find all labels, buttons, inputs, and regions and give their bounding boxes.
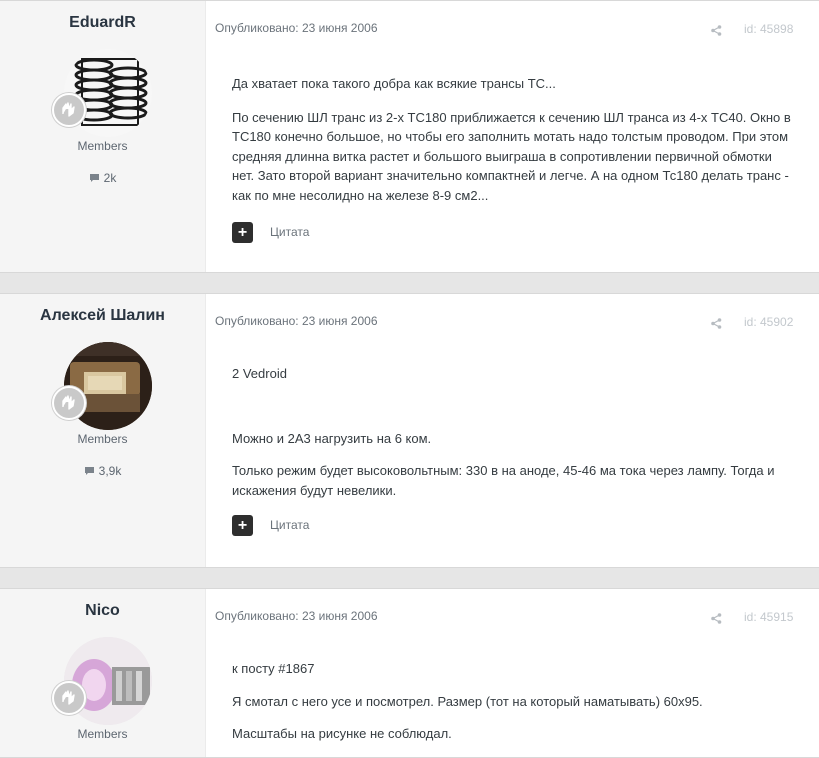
share-icon[interactable] bbox=[711, 316, 722, 334]
quote-button[interactable]: + bbox=[232, 222, 253, 243]
paragraph: Я смотал с него усе и посмотрел. Размер … bbox=[232, 693, 703, 709]
author-panel: Nico Members bbox=[0, 589, 206, 757]
post-id: id: 45915 bbox=[744, 610, 794, 624]
author-panel: EduardR Members 2k bbox=[0, 1, 206, 272]
reputation-value: 3,9k bbox=[98, 464, 122, 478]
rank-badge-icon bbox=[52, 386, 86, 420]
plus-icon: + bbox=[237, 224, 248, 241]
rank-badge-icon bbox=[52, 93, 86, 127]
published-date[interactable]: Опубликовано: 23 июня 2006 bbox=[215, 314, 378, 328]
published-date[interactable]: Опубликовано: 23 июня 2006 bbox=[215, 21, 378, 35]
post-45902: Алексей Шалин Members 3,9k Опубликовано:… bbox=[0, 293, 819, 568]
reputation-count[interactable]: 2k bbox=[0, 171, 205, 186]
share-icon[interactable] bbox=[711, 611, 722, 629]
author-name[interactable]: Nico bbox=[0, 602, 205, 620]
member-group: Members bbox=[77, 139, 128, 153]
post-content: Да хватает пока такого добра как всякие … bbox=[232, 74, 797, 205]
paragraph: Только режим будет высоковольтным: 330 в… bbox=[232, 463, 775, 498]
paragraph: к посту #1867 bbox=[232, 661, 315, 676]
member-group: Members bbox=[77, 727, 128, 741]
paragraph: Масштабы на рисунке не соблюдал. bbox=[232, 726, 452, 741]
post-45898: EduardR Members 2k Опубликовано: 23 июня… bbox=[0, 0, 819, 273]
paragraph: 2 Vedroid bbox=[232, 366, 287, 381]
plus-icon: + bbox=[237, 517, 248, 534]
post-content: 2 Vedroid Можно и 2А3 нагрузить на 6 ком… bbox=[232, 364, 797, 500]
speech-bubble-icon bbox=[89, 172, 100, 186]
quote-label[interactable]: Цитата bbox=[270, 225, 309, 239]
share-icon[interactable] bbox=[711, 23, 722, 41]
author-name[interactable]: EduardR bbox=[0, 14, 205, 32]
quote-button[interactable]: + bbox=[232, 515, 253, 536]
reputation-value: 2k bbox=[103, 171, 117, 185]
paragraph: Можно и 2А3 нагрузить на 6 ком. bbox=[232, 430, 432, 446]
post-id: id: 45902 bbox=[744, 315, 794, 329]
paragraph: Да хватает пока такого добра как всякие … bbox=[232, 76, 556, 91]
paragraph: По сечению ШЛ транс из 2-х ТС180 приближ… bbox=[232, 109, 791, 203]
reputation-count[interactable]: 3,9k bbox=[0, 464, 205, 479]
author-name[interactable]: Алексей Шалин bbox=[0, 307, 205, 325]
quote-label[interactable]: Цитата bbox=[270, 518, 309, 532]
rank-badge-icon bbox=[52, 681, 86, 715]
member-group: Members bbox=[77, 432, 128, 446]
speech-bubble-icon bbox=[84, 465, 95, 479]
post-content: к посту #1867 Я смотал с него усе и посм… bbox=[232, 659, 797, 744]
post-id: id: 45898 bbox=[744, 22, 794, 36]
author-panel: Алексей Шалин Members 3,9k bbox=[0, 294, 206, 567]
post-45915: Nico Members Опубликовано: 23 июня 2006 … bbox=[0, 588, 819, 758]
published-date[interactable]: Опубликовано: 23 июня 2006 bbox=[215, 609, 378, 623]
